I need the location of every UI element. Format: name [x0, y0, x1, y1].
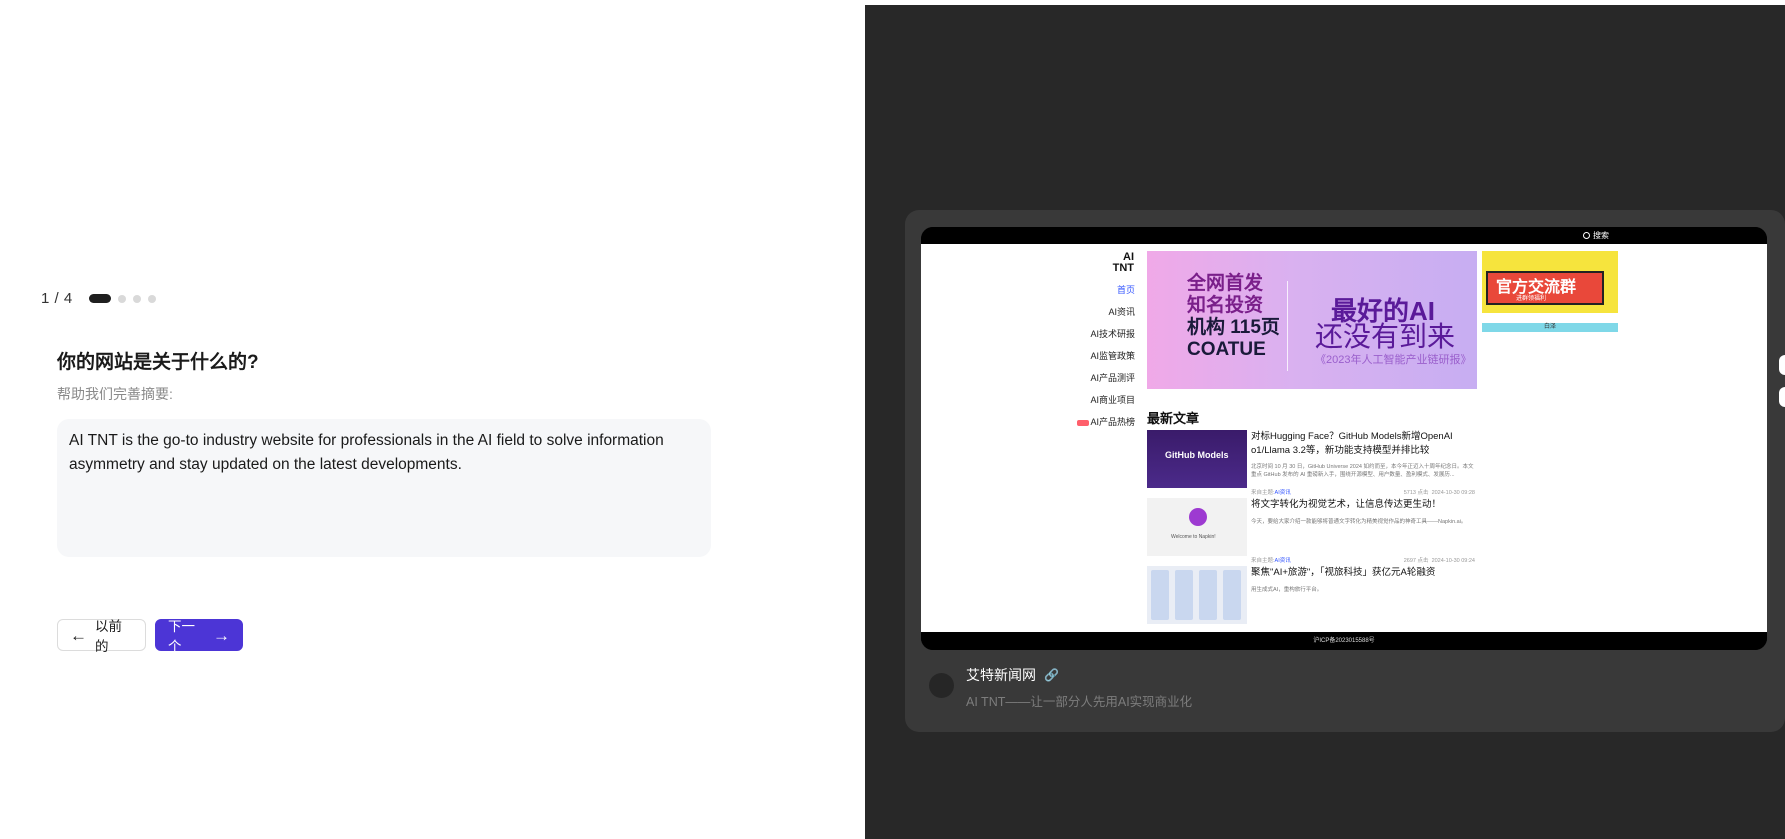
article-thumbnail — [1147, 566, 1247, 624]
logo-line: TNT — [1112, 262, 1134, 274]
ad-strip: 白泽 — [1482, 323, 1618, 332]
article-thumbnail: GitHub Models — [1147, 430, 1247, 488]
latest-heading: 最新文章 — [1147, 411, 1200, 426]
preview-nav-item: AI资讯 — [1108, 307, 1135, 317]
question-subtitle: 帮助我们完善摘要: — [57, 386, 173, 402]
previous-button[interactable]: ← 以前的 — [57, 619, 146, 654]
edge-handle[interactable] — [1779, 387, 1785, 407]
hot-badge — [1077, 419, 1090, 426]
step-dot — [147, 294, 156, 303]
article-views: 2697 点击 — [1403, 558, 1429, 564]
napkin-logo-icon — [1189, 508, 1207, 526]
article-item: 聚焦"AI+旅游"，「视旅科技」获亿元A轮融资 用生成式AI，重构旅行平台。 — [1147, 566, 1477, 632]
answer-text: AI TNT is the go-to industry website for… — [69, 432, 664, 473]
article-time: 2024-10-30 09:24 — [1431, 558, 1475, 564]
article-thumbnail: Welcome to Napkin! — [1147, 498, 1247, 556]
question-title: 你的网站是关于什么的? — [57, 352, 259, 373]
banner-caption: 《2023年人工智能产业链研报》 — [1315, 354, 1472, 366]
article-desc: 北京时间 10 月 30 日，GitHub Universe 2024 如约而至… — [1251, 464, 1474, 478]
article-source: 来自主题: — [1251, 490, 1275, 496]
preview-panel: 搜索 AI TNT 首页 AI资讯 AI技术研报 AI监管政策 AI产品测评 A… — [865, 5, 1785, 839]
thumb-label: Welcome to Napkin! — [1171, 534, 1216, 540]
site-meta: 艾特新闻网 🔗 AI TNT——让一部分人先用AI实现商业化 — [929, 665, 1192, 710]
stepper: 1 / 4 — [41, 290, 156, 307]
preview-nav-item: 首页 — [1116, 285, 1135, 295]
article-desc: 今天，要给大家介绍一款能够将普通文字转化为精美视觉作品的神奇工具——Napkin… — [1251, 519, 1467, 525]
onboarding-panel: 1 / 4 你的网站是关于什么的? 帮助我们完善摘要: AI TNT is th… — [0, 0, 865, 839]
site-favicon — [929, 673, 954, 698]
thumb-shape — [1151, 570, 1169, 620]
preview-footer: 沪ICP备2023015588号 — [921, 632, 1767, 650]
preview-nav-item: AI监管政策 — [1090, 351, 1135, 361]
preview-ad: 官方交流群 进群领福利 — [1482, 251, 1618, 313]
banner-divider — [1287, 281, 1288, 371]
site-info: 艾特新闻网 🔗 AI TNT——让一部分人先用AI实现商业化 — [966, 665, 1192, 710]
article-desc: 用生成式AI，重构旅行平台。 — [1251, 587, 1323, 593]
preview-search-label: 搜索 — [1593, 231, 1609, 240]
site-preview-card: 搜索 AI TNT 首页 AI资讯 AI技术研报 AI监管政策 AI产品测评 A… — [905, 210, 1785, 732]
step-dot-active — [88, 294, 111, 303]
article-time: 2024-10-30 09:28 — [1431, 490, 1475, 496]
site-name: 艾特新闻网 — [966, 667, 1036, 683]
banner-line: 知名投资 — [1187, 295, 1264, 316]
site-description: AI TNT——让一部分人先用AI实现商业化 — [966, 695, 1193, 709]
preview-body: AI TNT 首页 AI资讯 AI技术研报 AI监管政策 AI产品测评 AI商业… — [921, 244, 1767, 632]
preview-nav-label: AI产品热榜 — [1090, 417, 1135, 427]
article-item: Welcome to Napkin! 将文字转化为视觉艺术，让信息传达更生动！ … — [1147, 498, 1477, 564]
thumb-shape — [1175, 570, 1193, 620]
preview-topbar: 搜索 — [921, 227, 1767, 244]
step-dot — [117, 294, 126, 303]
article-item: GitHub Models 对标Hugging Face？GitHub Mode… — [1147, 430, 1477, 496]
preview-nav-item: AI产品测评 — [1090, 373, 1135, 383]
next-button-label: 下一个 — [168, 619, 195, 654]
preview-banner: 全网首发 知名投资 机构 115页 COATUE 最好的AI 还没有到来 《20… — [1147, 251, 1477, 389]
preview-nav-item: AI商业项目 — [1090, 395, 1135, 405]
thumb-label: GitHub Models — [1165, 450, 1229, 460]
answer-textarea[interactable]: AI TNT is the go-to industry website for… — [57, 419, 711, 557]
preview-nav: 首页 AI资讯 AI技术研报 AI监管政策 AI产品测评 AI商业项目 AI产品… — [1071, 284, 1135, 438]
ad-subtitle: 进群领福利 — [1516, 296, 1547, 302]
step-dot — [132, 294, 141, 303]
edge-handles — [1779, 355, 1785, 419]
step-dots — [88, 294, 156, 303]
banner-left-text: 全网首发 知名投资 机构 115页 COATUE — [1187, 273, 1280, 361]
step-counter: 1 / 4 — [41, 290, 73, 307]
article-source: 来自主题: — [1251, 558, 1275, 564]
previous-button-label: 以前的 — [95, 619, 122, 654]
article-title: 对标Hugging Face？GitHub Models新增OpenAI o1/… — [1251, 431, 1453, 456]
link-icon[interactable]: 🔗 — [1044, 668, 1059, 682]
article-tag: AI资讯 — [1274, 558, 1291, 564]
article-tag: AI资讯 — [1274, 490, 1291, 496]
arrow-left-icon: ← — [70, 625, 87, 645]
website-screenshot: 搜索 AI TNT 首页 AI资讯 AI技术研报 AI监管政策 AI产品测评 A… — [921, 227, 1767, 650]
preview-search: 搜索 — [1583, 230, 1609, 241]
article-meta: 来自主题:AI资讯 2697 点击 2024-10-30 09:24 — [1251, 556, 1475, 564]
thumb-shape — [1199, 570, 1217, 620]
article-title: 将文字转化为视觉艺术，让信息传达更生动！ — [1251, 499, 1442, 510]
preview-logo: AI TNT — [1109, 252, 1134, 274]
banner-headline: 还没有到来 — [1315, 321, 1456, 352]
banner-line: 全网首发 — [1187, 273, 1264, 294]
banner-line: COATUE — [1187, 339, 1266, 360]
banner-line: 机构 115页 — [1187, 317, 1280, 338]
site-name-row: 艾特新闻网 🔗 — [966, 665, 1192, 685]
search-icon — [1583, 232, 1590, 239]
edge-handle[interactable] — [1779, 355, 1785, 375]
next-button[interactable]: 下一个 → — [155, 619, 243, 654]
article-meta: 来自主题:AI资讯 5713 点击 2024-10-30 09:28 — [1251, 488, 1475, 496]
thumb-shape — [1223, 570, 1241, 620]
preview-nav-item-hot: AI产品热榜 — [1071, 416, 1135, 438]
article-title: 聚焦"AI+旅游"，「视旅科技」获亿元A轮融资 — [1251, 567, 1436, 578]
arrow-right-icon: → — [213, 625, 230, 645]
preview-nav-item: AI技术研报 — [1090, 329, 1135, 339]
article-views: 5713 点击 — [1403, 490, 1429, 496]
